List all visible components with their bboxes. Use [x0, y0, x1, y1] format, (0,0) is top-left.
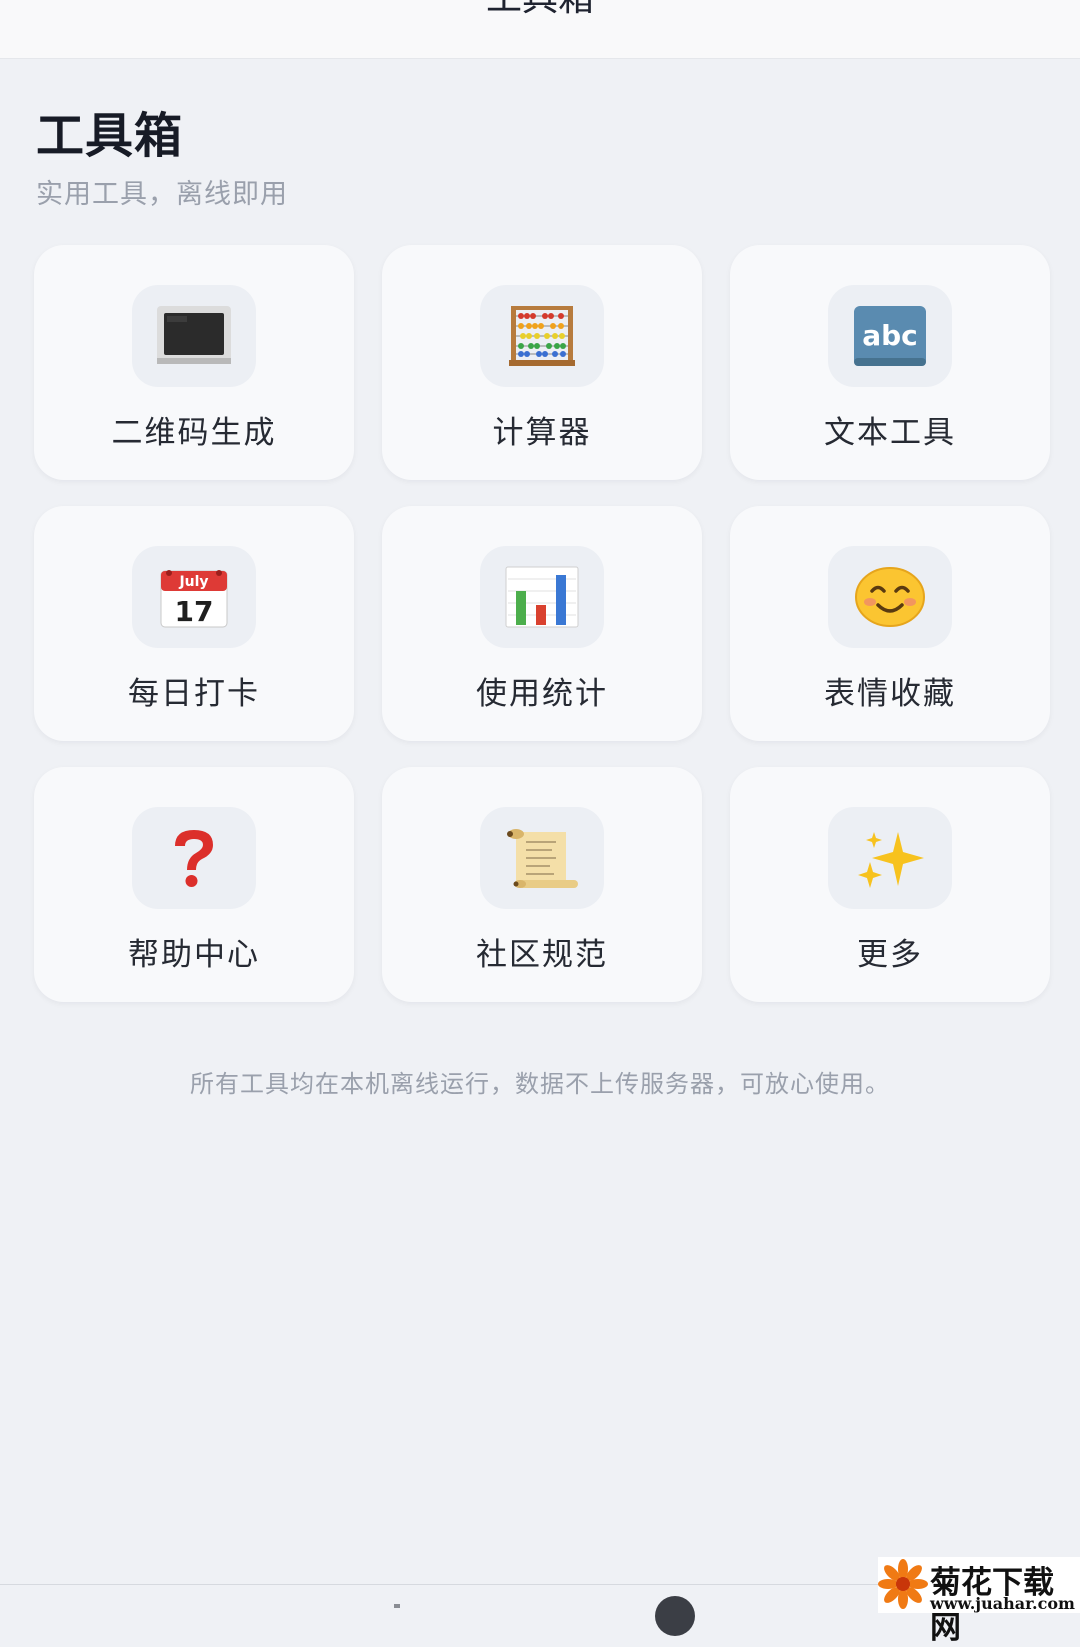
flower-logo-icon [878, 1559, 928, 1609]
tool-label: 更多 [857, 937, 923, 973]
offline-note: 所有工具均在本机离线运行，数据不上传服务器，可放心使用。 [190, 1070, 890, 1098]
tool-card-calculator[interactable]: 计算器 [382, 245, 702, 480]
smiling-face-icon [828, 546, 952, 648]
bar-chart-icon [480, 546, 604, 648]
tool-label: 计算器 [492, 415, 592, 451]
svg-text:17: 17 [175, 595, 214, 628]
app-bar-title: 工具箱 [0, 0, 1080, 24]
home-button[interactable] [655, 1596, 695, 1636]
abc-icon: abc [828, 285, 952, 387]
tool-card-more[interactable]: 更多 [730, 767, 1050, 1002]
tool-label: 表情收藏 [824, 676, 956, 712]
computer-screen-icon [132, 285, 256, 387]
tool-label: 二维码生成 [111, 415, 277, 451]
question-mark-icon [132, 807, 256, 909]
tool-card-daily-checkin[interactable]: July 17 每日打卡 [34, 506, 354, 741]
calendar-icon: July 17 [132, 546, 256, 648]
tool-card-community-guidelines[interactable]: 社区规范 [382, 767, 702, 1002]
tool-label: 使用统计 [476, 676, 608, 712]
tab-indicator [394, 1604, 400, 1608]
tool-card-emoji-favorites[interactable]: 表情收藏 [730, 506, 1050, 741]
svg-text:abc: abc [862, 319, 918, 352]
watermark-url: www.juahar.com [930, 1594, 1075, 1613]
tool-label: 文本工具 [824, 415, 956, 451]
tool-label: 每日打卡 [128, 676, 260, 712]
sparkles-icon [828, 807, 952, 909]
scroll-icon [480, 807, 604, 909]
tool-grid: 二维码生成 计算器 abc 文本工具 July 17 每日打卡 使用统计 表情收… [34, 245, 1051, 1002]
watermark: 菊花下载网 www.juahar.com [878, 1557, 1080, 1646]
top-app-bar: 工具箱 [0, 0, 1080, 59]
svg-text:July: July [178, 574, 208, 590]
tool-card-usage-stats[interactable]: 使用统计 [382, 506, 702, 741]
tool-label: 帮助中心 [128, 937, 260, 973]
abacus-icon [480, 285, 604, 387]
tool-card-help-center[interactable]: 帮助中心 [34, 767, 354, 1002]
page-subtitle: 实用工具，离线即用 [36, 179, 288, 210]
page-title: 工具箱 [36, 108, 184, 164]
tool-card-qr-generator[interactable]: 二维码生成 [34, 245, 354, 480]
tool-card-text-tools[interactable]: abc 文本工具 [730, 245, 1050, 480]
tool-label: 社区规范 [476, 937, 608, 973]
